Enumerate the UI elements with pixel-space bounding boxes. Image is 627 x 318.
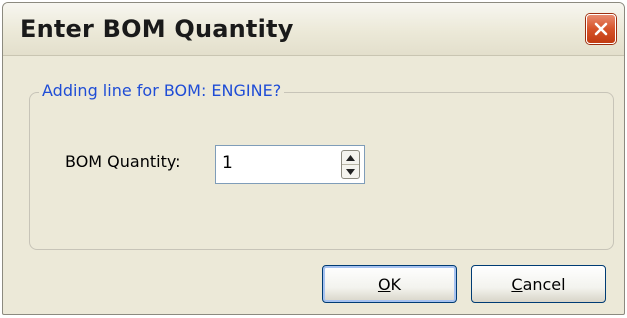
ok-button[interactable]: OK — [322, 265, 457, 303]
spin-down-button[interactable] — [342, 165, 359, 178]
spin-up-button[interactable] — [342, 151, 359, 165]
cancel-mnemonic: C — [511, 274, 523, 294]
quantity-spinner[interactable] — [341, 150, 360, 179]
title-bar[interactable]: Enter BOM Quantity — [3, 3, 624, 56]
bom-quantity-label: BOM Quantity: — [65, 152, 181, 171]
bom-quantity-value[interactable]: 1 — [222, 153, 233, 173]
cancel-label-rest: ancel — [522, 274, 566, 294]
enter-bom-quantity-dialog: Enter BOM Quantity Adding line for BOM: … — [2, 2, 625, 315]
ok-mnemonic: O — [377, 274, 391, 294]
bom-quantity-input[interactable]: 1 — [215, 145, 365, 184]
close-icon — [594, 22, 608, 36]
arrow-down-icon — [346, 168, 355, 175]
arrow-up-icon — [346, 154, 355, 161]
dialog-title: Enter BOM Quantity — [20, 15, 294, 43]
ok-label-rest: K — [390, 274, 402, 294]
cancel-button[interactable]: Cancel — [471, 265, 606, 303]
close-button[interactable] — [586, 14, 616, 44]
group-box-legend: Adding line for BOM: ENGINE? — [39, 81, 285, 100]
